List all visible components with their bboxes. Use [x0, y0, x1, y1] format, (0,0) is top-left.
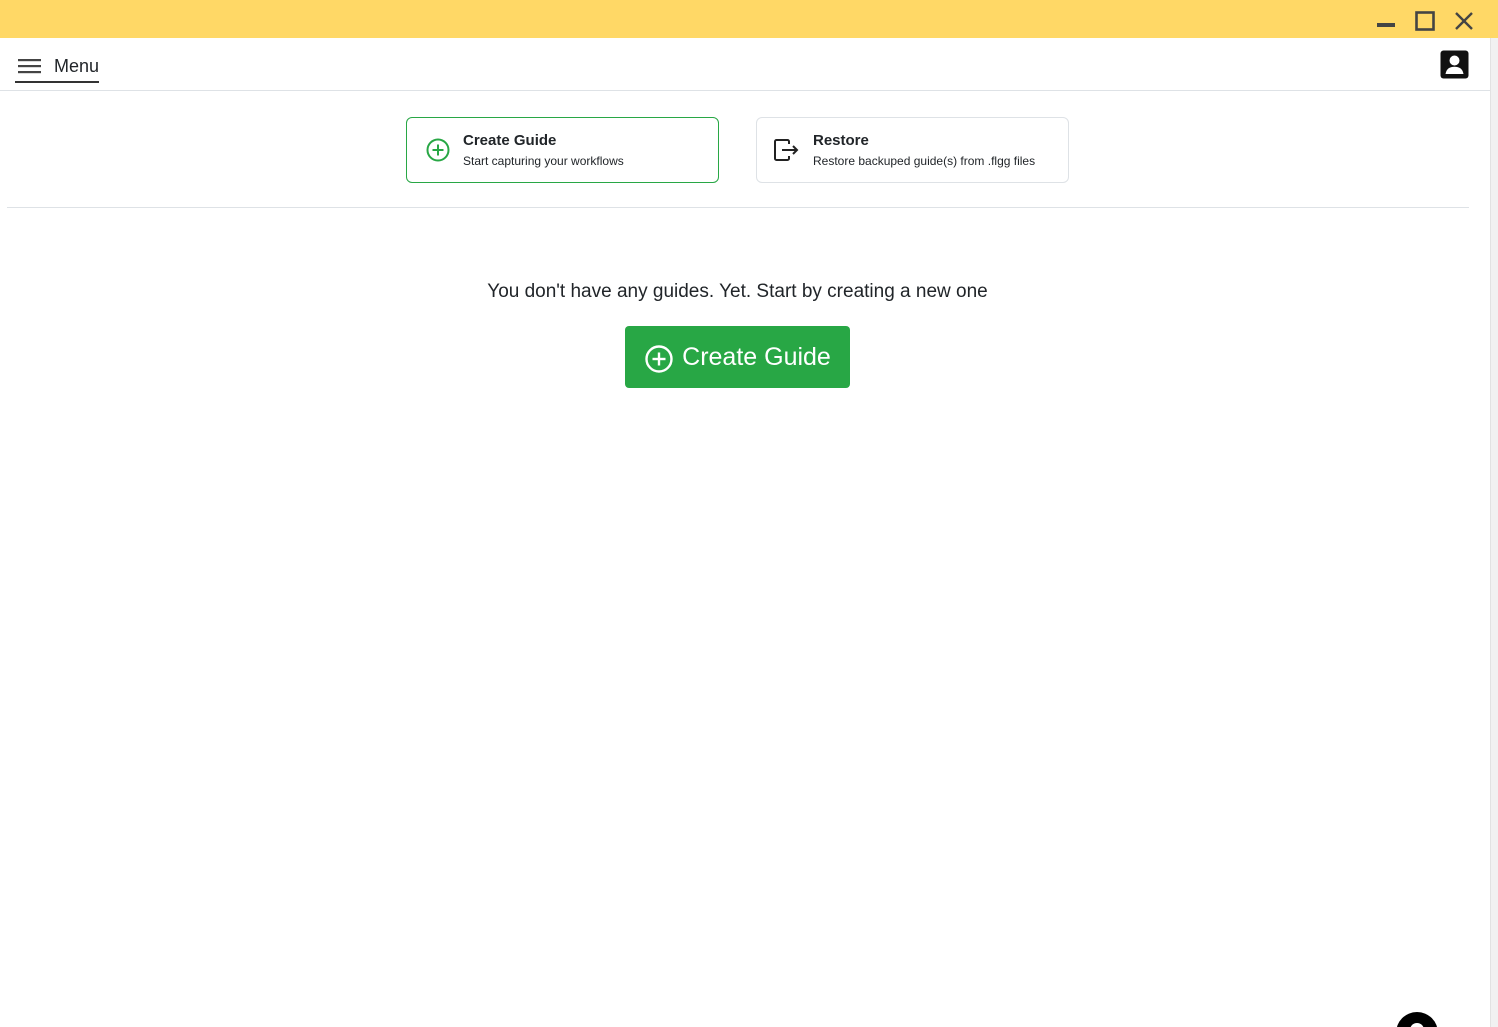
restore-card[interactable]: Restore Restore backuped guide(s) from .… [756, 117, 1069, 183]
restore-card-subtitle: Restore backuped guide(s) from .flgg fil… [813, 153, 1036, 168]
restore-card-text: Restore Restore backuped guide(s) from .… [813, 131, 1035, 170]
create-guide-button[interactable]: Create Guide [625, 326, 850, 388]
plus-circle-icon [423, 135, 453, 165]
close-button[interactable] [1449, 6, 1479, 36]
menu-button[interactable]: Menu [15, 51, 100, 83]
app-window: Menu Create Guide Start capturing your w… [0, 0, 1498, 1027]
action-cards: Create Guide Start capturing your workfl… [0, 117, 1490, 183]
window-scrollbar-track[interactable] [1490, 38, 1498, 1027]
account-box-icon [1440, 50, 1469, 79]
top-navbar: Menu [0, 38, 1490, 91]
create-guide-card-text: Create Guide Start capturing your workfl… [463, 131, 624, 170]
menu-label: Menu [54, 56, 100, 76]
account-button[interactable] [1439, 49, 1470, 80]
close-icon [1455, 12, 1473, 30]
empty-state-message: You don't have any guides. Yet. Start by… [487, 281, 988, 302]
box-arrow-right-icon [772, 135, 802, 165]
restore-card-title: Restore [813, 131, 869, 149]
maximize-button[interactable] [1410, 6, 1440, 36]
title-bar[interactable] [0, 0, 1498, 38]
hamburger-icon [15, 51, 45, 81]
create-guide-button-label: Create Guide [682, 343, 831, 371]
plus-circle-icon [644, 344, 674, 374]
help-chat-button[interactable] [1396, 1012, 1438, 1027]
help-chat-icon [1410, 1023, 1424, 1027]
create-guide-card-title: Create Guide [463, 131, 557, 149]
minimize-icon [1377, 23, 1395, 27]
create-guide-card-subtitle: Start capturing your workflows [463, 153, 624, 168]
minimize-button[interactable] [1371, 6, 1401, 36]
section-divider [7, 207, 1469, 208]
maximize-icon [1415, 11, 1435, 31]
create-guide-card[interactable]: Create Guide Start capturing your workfl… [406, 117, 719, 183]
